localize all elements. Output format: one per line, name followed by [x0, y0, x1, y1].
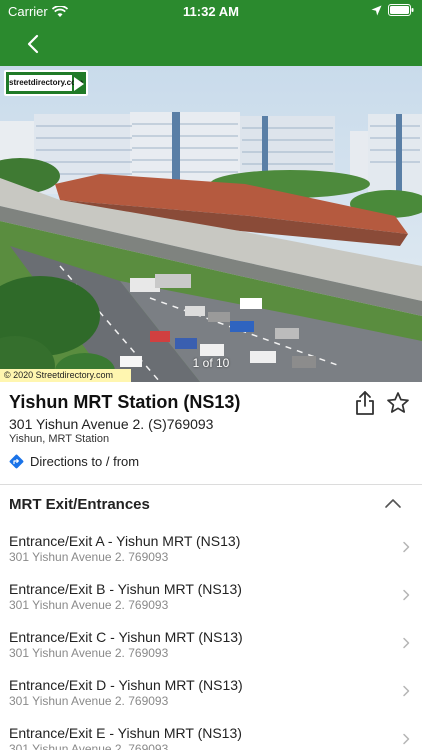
logo-arrow-icon — [74, 77, 84, 91]
photo-carousel[interactable]: streetdirectory.com 1 of 10 © 2020 Stree… — [0, 66, 422, 382]
back-button[interactable] — [20, 30, 48, 58]
list-item[interactable]: Entrance/Exit E - Yishun MRT (NS13) 301 … — [0, 715, 422, 750]
entrance-name: Entrance/Exit A - Yishun MRT (NS13) — [9, 533, 241, 549]
section-title: MRT Exit/Entrances — [9, 496, 150, 513]
favorite-button[interactable] — [385, 390, 411, 416]
clock: 11:32 AM — [183, 4, 239, 19]
list-item[interactable]: Entrance/Exit C - Yishun MRT (NS13) 301 … — [0, 619, 422, 667]
chevron-right-icon — [403, 733, 410, 745]
entrances-list: Entrance/Exit A - Yishun MRT (NS13) 301 … — [0, 523, 422, 750]
place-info: Yishun MRT Station (NS13) 301 Yishun Ave… — [0, 382, 422, 484]
directions-label: Directions to / from — [30, 454, 140, 469]
entrance-name: Entrance/Exit D - Yishun MRT (NS13) — [9, 677, 243, 693]
list-item[interactable]: Entrance/Exit B - Yishun MRT (NS13) 301 … — [0, 571, 422, 619]
entrance-address: 301 Yishun Avenue 2. 769093 — [9, 646, 169, 660]
status-bar: Carrier 11:32 AM — [0, 0, 422, 22]
entrance-address: 301 Yishun Avenue 2. 769093 — [9, 550, 169, 564]
chevron-up-icon — [385, 499, 401, 508]
streetdirectory-logo: streetdirectory.com — [4, 70, 88, 96]
directions-icon — [9, 454, 24, 469]
chevron-right-icon — [403, 589, 410, 601]
entrance-name: Entrance/Exit C - Yishun MRT (NS13) — [9, 629, 243, 645]
status-icons — [371, 4, 414, 16]
place-address: 301 Yishun Avenue 2. (S)769093 — [9, 416, 214, 432]
entrance-address: 301 Yishun Avenue 2. 769093 — [9, 742, 169, 750]
star-outline-icon — [387, 392, 409, 413]
place-title: Yishun MRT Station (NS13) — [9, 392, 241, 412]
entrance-name: Entrance/Exit E - Yishun MRT (NS13) — [9, 725, 242, 741]
chevron-left-icon — [27, 34, 39, 54]
photo-pager: 1 of 10 — [192, 356, 230, 370]
battery-icon — [388, 4, 414, 16]
exits-section-header[interactable]: MRT Exit/Entrances — [0, 485, 422, 523]
photo-copyright: © 2020 Streetdirectory.com — [0, 369, 132, 382]
entrance-address: 301 Yishun Avenue 2. 769093 — [9, 598, 169, 612]
entrance-address: 301 Yishun Avenue 2. 769093 — [9, 694, 169, 708]
share-icon — [356, 391, 374, 415]
logo-text: streetdirectory.com — [9, 75, 83, 91]
list-item[interactable]: Entrance/Exit D - Yishun MRT (NS13) 301 … — [0, 667, 422, 715]
directions-link[interactable]: Directions to / from — [9, 454, 139, 469]
list-item[interactable]: Entrance/Exit A - Yishun MRT (NS13) 301 … — [0, 523, 422, 571]
chevron-right-icon — [403, 637, 410, 649]
place-category: Yishun, MRT Station — [9, 433, 110, 445]
chevron-right-icon — [403, 541, 410, 553]
share-button[interactable] — [353, 390, 377, 416]
station-photo — [0, 66, 422, 382]
navigation-bar — [0, 22, 422, 66]
entrance-name: Entrance/Exit B - Yishun MRT (NS13) — [9, 581, 242, 597]
location-arrow-icon — [371, 5, 382, 15]
chevron-right-icon — [403, 685, 410, 697]
